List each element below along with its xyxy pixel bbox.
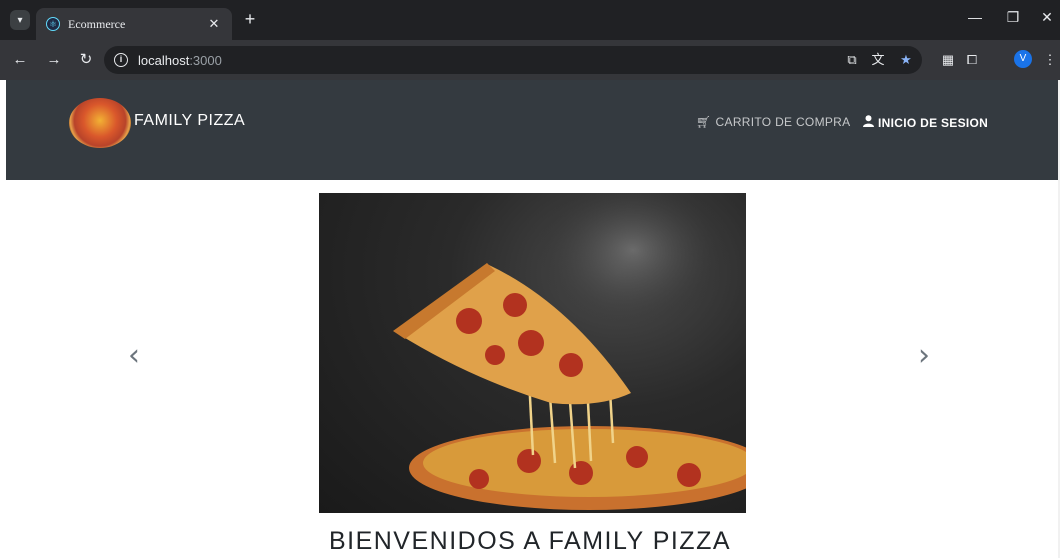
forward-button[interactable]: → xyxy=(44,50,64,70)
welcome-heading: BIENVENIDOS A FAMILY PIZZA xyxy=(328,527,732,555)
minimize-button[interactable]: — xyxy=(964,9,986,25)
carousel-next-button[interactable]: › xyxy=(918,338,930,373)
cast-icon[interactable]: ⧉ xyxy=(842,50,862,70)
extension-icon[interactable]: ▦ xyxy=(938,50,958,70)
profile-avatar[interactable]: V xyxy=(1014,50,1032,68)
reload-button[interactable]: ↻ xyxy=(76,50,96,70)
browser-tab[interactable]: ⚛ Ecommerce ✕ xyxy=(36,8,232,40)
new-tab-button[interactable]: + xyxy=(240,10,260,30)
cart-icon: 🛒︎ xyxy=(696,115,712,129)
translate-icon[interactable]: 文 xyxy=(868,50,888,70)
address-bar[interactable]: i localhost :3000 ⧉ 文 ★ xyxy=(104,46,922,74)
bookmark-star-icon[interactable]: ★ xyxy=(896,50,916,70)
extensions-puzzle-icon[interactable]: ⧠ xyxy=(962,50,982,70)
user-icon xyxy=(863,115,874,130)
url-host: localhost xyxy=(138,52,190,68)
carousel-slide-image xyxy=(319,193,746,513)
nav-login-link[interactable]: INICIO DE SESION xyxy=(863,115,988,130)
carousel-prev-button[interactable]: ‹ xyxy=(128,338,140,373)
browser-tabbar: ▾ ⚛ Ecommerce ✕ + — ❐ ✕ xyxy=(0,0,1060,40)
restore-button[interactable]: ❐ xyxy=(1002,9,1024,26)
browser-toolbar: ← → ↻ i localhost :3000 ⧉ 文 ★ ▦ ⧠ ⋮ xyxy=(0,40,1060,80)
hero-carousel: ‹ › xyxy=(6,180,1058,520)
tab-search-button[interactable]: ▾ xyxy=(10,10,30,30)
brand-name[interactable]: FAMILY PIZZA xyxy=(134,112,245,130)
tab-close-icon[interactable]: ✕ xyxy=(206,16,222,32)
react-favicon-icon: ⚛ xyxy=(46,17,60,31)
nav-login-label: INICIO DE SESION xyxy=(878,115,989,130)
tab-title: Ecommerce xyxy=(68,16,126,31)
browser-menu-icon[interactable]: ⋮ xyxy=(1040,50,1060,70)
url-port: :3000 xyxy=(189,52,222,68)
nav-cart-link[interactable]: 🛒︎ CARRITO DE COMPRA xyxy=(696,115,850,129)
pizza-logo[interactable] xyxy=(69,98,131,148)
site-info-icon[interactable]: i xyxy=(114,53,128,67)
site-navbar: FAMILY PIZZA 🛒︎ CARRITO DE COMPRA INICIO… xyxy=(6,80,1058,180)
back-button[interactable]: ← xyxy=(10,50,30,70)
nav-cart-label: CARRITO DE COMPRA xyxy=(715,115,851,129)
close-window-button[interactable]: ✕ xyxy=(1036,9,1058,26)
